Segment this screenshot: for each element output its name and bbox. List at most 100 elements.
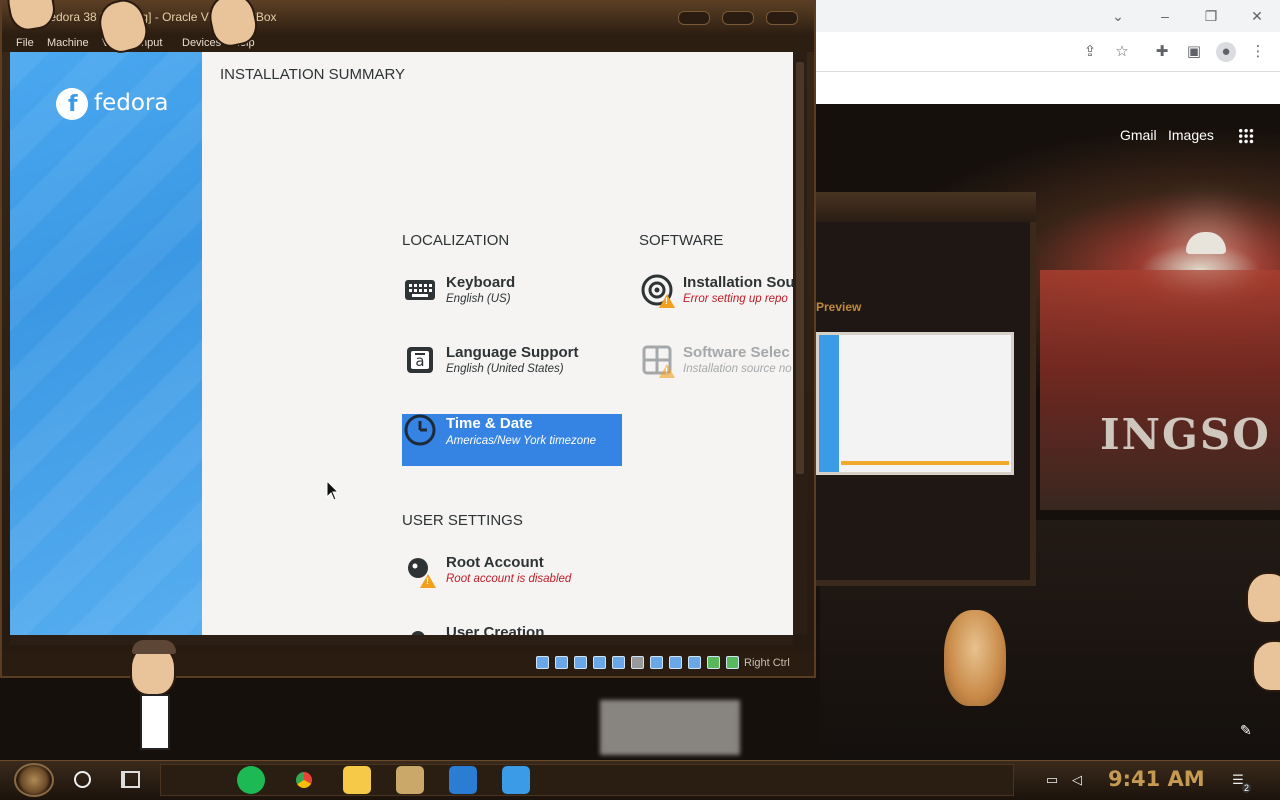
spoke-root-account[interactable]: Root Account Root account is disabled <box>402 544 622 596</box>
chrome-titlebar: ⌄ – ❐ ✕ <box>816 0 1280 32</box>
side-panel-icon[interactable]: ▣ <box>1184 42 1204 62</box>
virtualbox-window: Fedora 38 [Running] - Oracle VM VirtualB… <box>0 0 816 678</box>
spoke-language-name: Language Support <box>446 344 579 361</box>
wallpaper-detail <box>600 700 740 755</box>
chrome-icon[interactable] <box>290 766 318 794</box>
profile-icon[interactable]: ● <box>1216 42 1236 62</box>
mascot-sticker <box>1246 572 1280 624</box>
section-software: SOFTWARE <box>639 232 724 249</box>
google-apps-icon[interactable] <box>1238 128 1254 144</box>
volume-muted-icon[interactable]: ◁ <box>1069 772 1085 788</box>
spoke-user-creation[interactable]: User Creation <box>402 614 622 635</box>
fedora-wordmark: fedora <box>94 90 169 116</box>
warning-icon <box>420 574 436 588</box>
images-link[interactable]: Images <box>1168 127 1214 143</box>
fedora-logo-glyph: f <box>68 92 78 117</box>
minimize-button[interactable] <box>678 11 710 25</box>
preview-label: Preview <box>816 300 862 314</box>
taskbar-apps-area <box>160 764 1014 796</box>
keyboard-capture-icon[interactable] <box>726 656 739 669</box>
app-icon[interactable] <box>396 766 424 794</box>
hamster-sticker <box>944 610 1006 706</box>
notification-badge: 2 <box>1242 783 1252 793</box>
vm-preview-thumbnail[interactable] <box>816 332 1014 475</box>
cpu-icon[interactable] <box>688 656 701 669</box>
spoke-installation-source[interactable]: Installation Sou Error setting up repo <box>639 264 793 316</box>
share-icon[interactable]: ⇪ <box>1080 42 1100 62</box>
spoke-language-support[interactable]: a Language Support English (United State… <box>402 334 622 386</box>
mouse-cursor-icon <box>326 480 340 501</box>
vm-horizontal-scrollbar[interactable] <box>10 635 793 645</box>
spoke-time-status: Americas/New York timezone <box>446 435 596 447</box>
vm-vertical-scrollbar[interactable] <box>793 52 807 635</box>
user-icon <box>411 631 425 635</box>
hard-disk-icon[interactable] <box>536 656 549 669</box>
start-button[interactable] <box>14 763 54 797</box>
menu-machine[interactable]: Machine <box>47 37 89 49</box>
chrome-window: ⌄ – ❐ ✕ ⇪ ☆ ✚ ▣ ● ⋮ <box>816 0 1280 104</box>
task-view-icon[interactable] <box>121 771 140 788</box>
audio-icon[interactable] <box>574 656 587 669</box>
spoke-root-name: Root Account <box>446 554 544 571</box>
mascot-body <box>140 694 170 750</box>
installer-sidebar <box>10 52 202 635</box>
host-key-label: Right Ctrl <box>744 657 790 669</box>
preview-sidebar <box>819 335 839 472</box>
usb-icon[interactable] <box>612 656 625 669</box>
optical-drive-icon[interactable] <box>555 656 568 669</box>
guest-additions-icon[interactable] <box>707 656 720 669</box>
spoke-software-name: Software Selec <box>683 344 790 361</box>
spoke-keyboard-name: Keyboard <box>446 274 516 291</box>
spotify-icon[interactable] <box>237 766 265 794</box>
chevron-down-icon[interactable]: ⌄ <box>1108 6 1128 26</box>
shared-folders-icon[interactable] <box>631 656 644 669</box>
close-icon[interactable]: ✕ <box>1247 6 1267 26</box>
app-icon[interactable] <box>502 766 530 794</box>
spoke-keyboard[interactable]: Keyboard English (US) <box>402 264 622 316</box>
display-icon[interactable] <box>650 656 663 669</box>
spoke-keyboard-status: English (US) <box>446 293 511 305</box>
spoke-time-name: Time & Date <box>446 415 533 432</box>
spoke-time-date[interactable]: Time & Date Americas/New York timezone <box>402 414 622 466</box>
scrollbar-thumb[interactable] <box>796 62 804 474</box>
section-localization: LOCALIZATION <box>402 232 510 249</box>
spoke-language-status: English (United States) <box>446 363 564 375</box>
search-circle-icon[interactable] <box>74 771 91 788</box>
spoke-source-name: Installation Sou <box>683 274 793 291</box>
bookmark-star-icon[interactable]: ☆ <box>1112 42 1132 62</box>
spoke-user-name: User Creation <box>446 624 545 635</box>
spoke-root-status: Root account is disabled <box>446 573 572 585</box>
close-button[interactable] <box>766 11 798 25</box>
clock-icon <box>404 414 436 446</box>
menu-kebab-icon[interactable]: ⋮ <box>1248 42 1268 62</box>
chrome-toolbar: ⇪ ☆ ✚ ▣ ● ⋮ <box>816 32 1280 72</box>
mascot-hair <box>132 640 176 654</box>
restore-icon[interactable]: ❐ <box>1201 6 1221 26</box>
minimize-icon[interactable]: – <box>1155 6 1175 26</box>
preview-warning-bar <box>841 461 1009 465</box>
background-window-titlebar <box>816 192 1036 222</box>
virtualbox-icon[interactable] <box>449 766 477 794</box>
keyboard-icon <box>405 280 435 300</box>
vm-screen[interactable]: f fedora INSTALLATION SUMMARY LOCALIZATI… <box>10 52 793 635</box>
network-icon[interactable] <box>593 656 606 669</box>
gmail-link[interactable]: Gmail <box>1120 127 1157 143</box>
warning-icon <box>659 294 675 308</box>
wallpaper-sign-text: INGSO <box>1100 410 1271 459</box>
warning-icon <box>659 364 675 378</box>
language-icon: a <box>407 347 433 373</box>
spoke-software-selection[interactable]: Software Selec Installation source no <box>639 334 793 386</box>
mascot-sticker <box>1252 640 1280 692</box>
section-user-settings: USER SETTINGS <box>402 512 523 529</box>
pencil-icon[interactable]: ✎ <box>1240 722 1252 739</box>
taskbar-clock[interactable]: 9:41 AM <box>1108 767 1205 791</box>
spoke-source-status: Error setting up repo <box>683 293 788 305</box>
recording-icon[interactable] <box>669 656 682 669</box>
network-icon[interactable]: ▭ <box>1044 772 1060 788</box>
extensions-icon[interactable]: ✚ <box>1152 42 1172 62</box>
spoke-software-status: Installation source no <box>683 363 792 375</box>
wallpaper-sign <box>1040 270 1280 510</box>
maximize-button[interactable] <box>722 11 754 25</box>
menu-file[interactable]: File <box>16 37 34 49</box>
file-explorer-icon[interactable] <box>343 766 371 794</box>
